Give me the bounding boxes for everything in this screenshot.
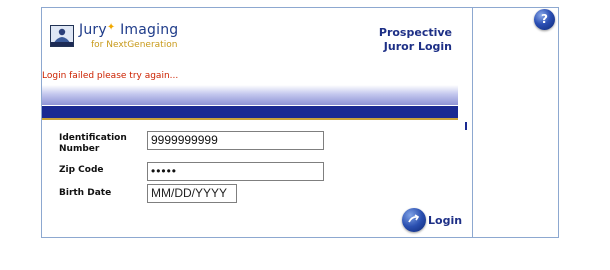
help-icon: ? xyxy=(541,12,548,26)
login-button[interactable]: Login xyxy=(402,208,462,232)
header-band-dark xyxy=(42,106,458,118)
error-message: Login failed please try again... xyxy=(42,71,179,81)
band-marker xyxy=(465,122,467,130)
birth-date-label: Birth Date xyxy=(59,188,112,198)
help-button[interactable]: ? xyxy=(534,9,555,30)
header-band-accent xyxy=(42,118,458,120)
jury-imaging-logo-icon xyxy=(50,25,74,47)
header-band xyxy=(42,85,458,105)
login-arrow-icon xyxy=(402,208,426,232)
zip-code-label: Zip Code xyxy=(59,165,104,175)
page-title: Prospective Juror Login xyxy=(378,26,452,53)
logo-title: Jury✦ Imaging xyxy=(79,22,179,38)
login-label: Login xyxy=(428,213,463,227)
jury-imaging-logo: Jury✦ Imaging for NextGeneration xyxy=(50,22,180,52)
identification-input[interactable]: 9999999999 xyxy=(147,131,324,150)
zip-code-input[interactable]: ••••• xyxy=(147,162,324,181)
identification-label: Identification Number xyxy=(59,133,127,154)
birth-date-input[interactable]: MM/DD/YYYY xyxy=(147,184,237,203)
side-panel xyxy=(473,8,558,237)
logo-subtitle: for NextGeneration xyxy=(91,40,178,50)
